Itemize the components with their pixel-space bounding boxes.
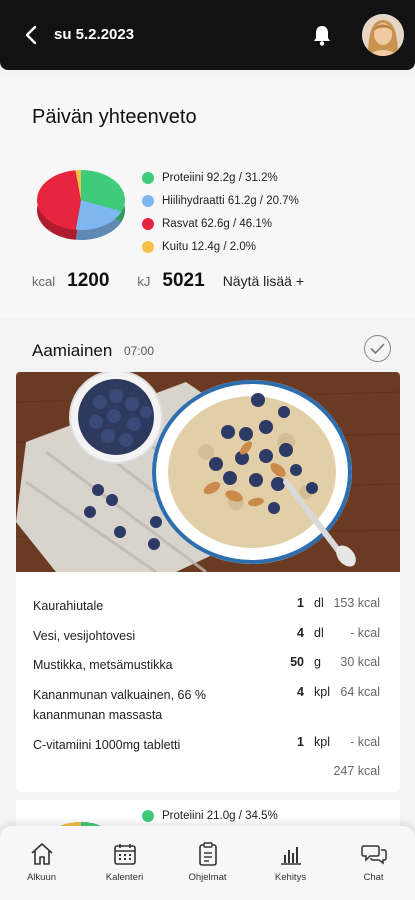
food-row[interactable]: Vesi, vesijohtovesi 4 dl - kcal (16, 624, 400, 654)
legend-item-fat: Rasvat 62.6g / 46.1% (142, 212, 299, 235)
legend-label: Proteiini 92.2g / 31.2% (162, 171, 278, 184)
food-amount: 4 (297, 684, 304, 699)
macro-pie-chart (36, 170, 126, 240)
meal-total-kcal: 247 kcal (333, 764, 380, 778)
check-icon (370, 343, 385, 354)
kcal-unit: kcal (32, 274, 56, 289)
nav-label: Ohjelmat (188, 872, 227, 883)
meal-card[interactable]: Kaurahiutale 1 dl 153 kcal Vesi, vesijoh… (16, 372, 400, 792)
kj-unit: kJ (137, 274, 151, 289)
nav-home[interactable]: Alkuun (0, 826, 83, 900)
food-name: C-vitamiini 1000mg tabletti (33, 737, 181, 752)
legend-dot (142, 217, 154, 230)
legend-dot (142, 194, 154, 207)
home-icon (30, 843, 53, 865)
summary-title: Päivän yhteenveto (32, 106, 197, 128)
legend-label: Kuitu 12.4g / 2.0% (162, 240, 256, 253)
food-name: Vesi, vesijohtovesi (33, 628, 136, 643)
legend-item-carbs: Hiilihydraatti 61.2g / 20.7% (142, 189, 299, 212)
food-row[interactable]: C-vitamiini 1000mg tabletti 1 kpl - kcal (16, 733, 400, 763)
food-amount: 1 (297, 596, 304, 610)
legend-dot (142, 810, 154, 822)
food-name: Mustikka, metsämustikka (33, 658, 173, 672)
food-amount: 1 (297, 734, 304, 749)
legend-dot (142, 240, 154, 253)
kcal-value: 1200 (67, 270, 110, 291)
bar-chart-icon (280, 847, 301, 865)
calendar-icon (113, 844, 136, 865)
energy-row: kcal 1200 kJ 5021 Näytä lisää + (32, 270, 304, 292)
daily-summary: Päivän yhteenveto Proteiini 92.2g / 31.2… (0, 76, 415, 318)
bell-icon (314, 26, 330, 46)
food-amount: 4 (297, 625, 304, 640)
clipboard-icon (198, 842, 217, 866)
nav-label: Chat (363, 872, 384, 883)
food-kcal: - kcal (350, 734, 380, 749)
legend-label: Rasvat 62.6g / 46.1% (162, 217, 272, 230)
legend-label: Proteiini 21.0g / 34.5% (162, 810, 278, 822)
next-meal-legend-item: Proteiini 21.0g / 34.5% (142, 810, 278, 822)
food-row[interactable]: Kaurahiutale 1 dl 153 kcal (16, 594, 400, 624)
chevron-left-icon (25, 25, 37, 45)
nav-progress[interactable]: Kehitys (249, 826, 332, 900)
back-button[interactable] (18, 22, 44, 48)
meal-name: Aamiainen (32, 341, 113, 360)
legend-label: Hiilihydraatti 61.2g / 20.7% (162, 194, 299, 207)
nav-calendar[interactable]: Kalenteri (83, 826, 166, 900)
macro-legend: Proteiini 92.2g / 31.2% Hiilihydraatti 6… (142, 166, 299, 258)
food-kcal: - kcal (350, 625, 380, 640)
meal-time: 07:00 (124, 344, 155, 358)
legend-dot (142, 171, 154, 184)
meal-done-button[interactable] (364, 335, 391, 362)
oatmeal-photo (16, 372, 400, 572)
kj-value: 5021 (162, 270, 205, 291)
nav-chat[interactable]: Chat (332, 826, 415, 900)
top-bar: su 5.2.2023 (0, 0, 415, 70)
avatar[interactable] (362, 14, 404, 56)
chat-icon (360, 845, 387, 865)
profile-photo (362, 14, 404, 56)
bottom-nav: Alkuun Kalenteri Ohjelmat Kehitys Chat (0, 826, 415, 900)
food-name: Kaurahiutale (33, 599, 104, 613)
food-amount: 50 (290, 655, 304, 669)
meal-header: Aamiainen 07:00 (0, 324, 415, 372)
legend-item-fiber: Kuitu 12.4g / 2.0% (142, 235, 299, 258)
food-name: Kananmunan valkuainen, 66 % kananmunan m… (33, 687, 207, 722)
legend-item-protein: Proteiini 92.2g / 31.2% (142, 166, 299, 189)
show-more-button[interactable]: Näytä lisää + (223, 273, 304, 289)
nav-label: Kalenteri (105, 872, 144, 883)
notifications-button[interactable] (309, 22, 335, 48)
date-title: su 5.2.2023 (54, 26, 135, 43)
food-kcal: 64 kcal (340, 684, 380, 699)
food-kcal: 153 kcal (333, 596, 380, 610)
nav-programs[interactable]: Ohjelmat (166, 826, 249, 900)
food-list: Kaurahiutale 1 dl 153 kcal Vesi, vesijoh… (16, 594, 400, 762)
food-kcal: 30 kcal (340, 655, 380, 669)
food-row[interactable]: Kananmunan valkuainen, 66 % kananmunan m… (16, 683, 400, 733)
food-row[interactable]: Mustikka, metsämustikka 50 g 30 kcal (16, 653, 400, 683)
nav-label: Alkuun (26, 872, 57, 883)
nav-label: Kehitys (274, 872, 307, 883)
